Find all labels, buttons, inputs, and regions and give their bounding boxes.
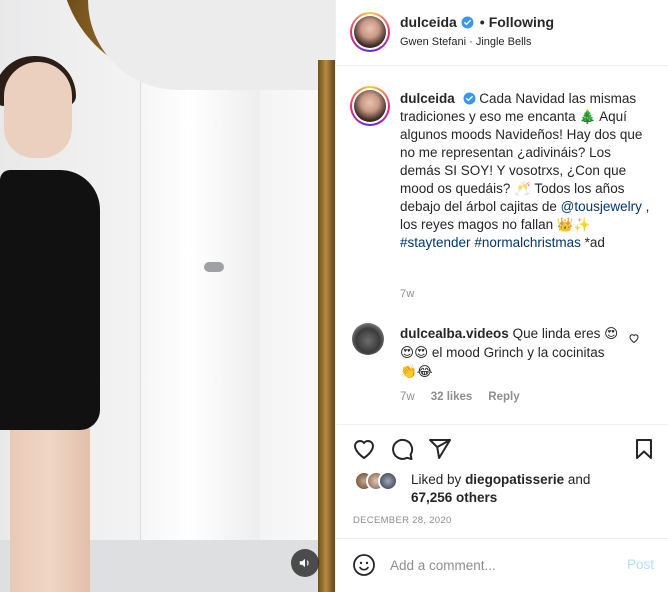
save-bookmark[interactable]: [632, 437, 656, 466]
add-comment-input[interactable]: [390, 555, 610, 575]
liked-by-others[interactable]: 67,256 others: [411, 490, 497, 505]
person-dress: [0, 170, 100, 430]
caption-username[interactable]: dulceida: [400, 91, 455, 106]
caption-timestamp[interactable]: 7w: [400, 288, 414, 300]
mention-link[interactable]: @tousjewelry: [561, 199, 642, 214]
hashtag-link[interactable]: #staytender: [400, 235, 471, 250]
bookmark-icon[interactable]: [632, 437, 656, 461]
audio-toggle-button[interactable]: [291, 549, 319, 577]
comment-icon[interactable]: [390, 437, 414, 461]
post-side-panel: dulceida • Following Gwen Stefani · Jing…: [335, 0, 668, 592]
verified-icon: [461, 16, 474, 28]
separator-dot: •: [479, 14, 485, 30]
post-video[interactable]: [0, 0, 335, 592]
comment-username[interactable]: dulcealba.videos: [400, 326, 509, 341]
heart-icon[interactable]: [352, 437, 376, 461]
speaker-icon: [299, 558, 309, 568]
comment: dulcealba.videos Que linda eres 😍😍😍 el m…: [400, 324, 622, 381]
emoji-icon[interactable]: [352, 553, 376, 577]
liked-by-user[interactable]: diegopatisserie: [465, 472, 564, 487]
liked-by-avatars[interactable]: [354, 471, 410, 491]
comment-meta: 7w 32 likes Reply: [400, 391, 520, 403]
header-user-line: dulceida • Following: [400, 14, 554, 30]
reply-button[interactable]: Reply: [488, 391, 519, 403]
post-date[interactable]: DECEMBER 28, 2020: [353, 515, 452, 526]
avatar: [378, 471, 398, 491]
avatar[interactable]: [350, 86, 390, 126]
liked-by-and: and: [567, 472, 591, 487]
post-button[interactable]: Post: [627, 557, 654, 572]
caption-text: *ad: [584, 235, 605, 250]
like-comment-heart-icon[interactable]: [628, 332, 640, 344]
person-face: [4, 62, 72, 158]
action-buttons: [352, 437, 452, 461]
caption-text: Cada Navidad las mismas tradiciones y es…: [400, 91, 643, 214]
following-button[interactable]: Following: [489, 14, 554, 30]
avatar[interactable]: [350, 12, 390, 52]
comments-section: dulceida Cada Navidad las mismas tradici…: [336, 66, 668, 424]
comment-timestamp[interactable]: 7w: [400, 391, 415, 403]
header-username[interactable]: dulceida: [400, 14, 457, 30]
audio-track-link[interactable]: Gwen Stefani · Jingle Bells: [400, 36, 531, 48]
post-actions: Liked by diegopatisserie and 67,256 othe…: [336, 424, 668, 538]
mirror-frame: [318, 60, 335, 592]
liked-by-text: Liked by diegopatisserie and 67,256 othe…: [411, 471, 661, 507]
share-icon[interactable]: [428, 437, 452, 461]
post-caption: dulceida Cada Navidad las mismas tradici…: [400, 90, 650, 252]
post-header: dulceida • Following Gwen Stefani · Jing…: [336, 0, 668, 66]
hashtag-link[interactable]: #normalchristmas: [474, 235, 581, 250]
comment-likes[interactable]: 32 likes: [431, 391, 473, 403]
person-legs: [10, 420, 90, 592]
door-handle: [204, 262, 224, 272]
avatar[interactable]: [352, 323, 384, 355]
mirror-frame: [60, 0, 335, 90]
verified-icon: [463, 92, 475, 105]
add-comment-bar: Post: [336, 538, 668, 592]
liked-by-prefix: Liked by: [411, 472, 462, 487]
background-door: [140, 60, 260, 560]
